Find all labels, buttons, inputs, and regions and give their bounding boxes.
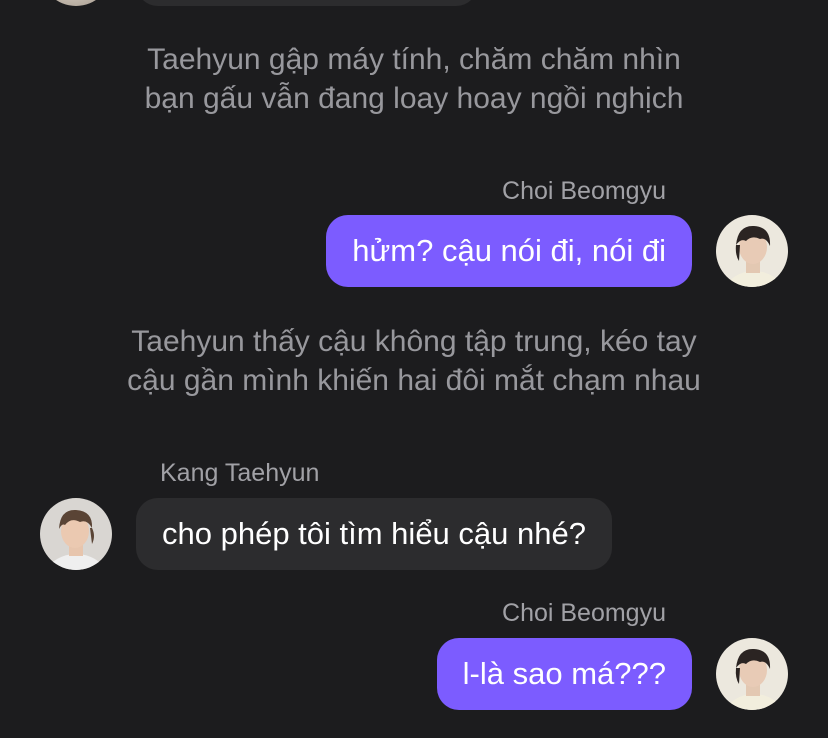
previous-message-avatar[interactable] [40, 0, 112, 6]
narration-line: Taehyun thấy cậu không tập trung, kéo ta… [131, 325, 697, 358]
sender-name-beomgyu: Choi Beomgyu [502, 177, 666, 205]
message-text: hửm? cậu nói đi, nói đi [352, 233, 666, 268]
beomgyu-avatar[interactable] [716, 638, 788, 710]
narration-text-2: Taehyun thấy cậu không tập trung, kéo ta… [0, 322, 828, 400]
outgoing-message-bubble[interactable]: hửm? cậu nói đi, nói đi [326, 215, 692, 287]
sender-name-taehyun: Kang Taehyun [160, 459, 320, 487]
message-text: cho phép tôi tìm hiểu cậu nhé? [162, 516, 586, 551]
incoming-message-bubble[interactable]: cho phép tôi tìm hiểu cậu nhé? [136, 498, 612, 570]
beomgyu-avatar[interactable] [716, 215, 788, 287]
narration-line: cậu gần mình khiến hai đôi mắt chạm nhau [127, 364, 701, 397]
user-photo-avatar-icon [716, 215, 788, 287]
outgoing-message-bubble[interactable]: l-là sao má??? [436, 638, 692, 710]
narration-line: Taehyun gập máy tính, chăm chăm nhìn [147, 43, 681, 76]
narration-text-1: Taehyun gập máy tính, chăm chăm nhìn bạn… [0, 40, 828, 118]
user-photo-avatar-icon [716, 638, 788, 710]
narration-line: bạn gấu vẫn đang loay hoay ngồi nghịch [144, 82, 684, 115]
previous-message-bubble[interactable] [136, 0, 478, 6]
taehyun-avatar[interactable] [40, 498, 112, 570]
message-text: l-là sao má??? [462, 656, 666, 691]
sender-name-beomgyu: Choi Beomgyu [502, 599, 666, 627]
user-photo-avatar-icon [40, 498, 112, 570]
